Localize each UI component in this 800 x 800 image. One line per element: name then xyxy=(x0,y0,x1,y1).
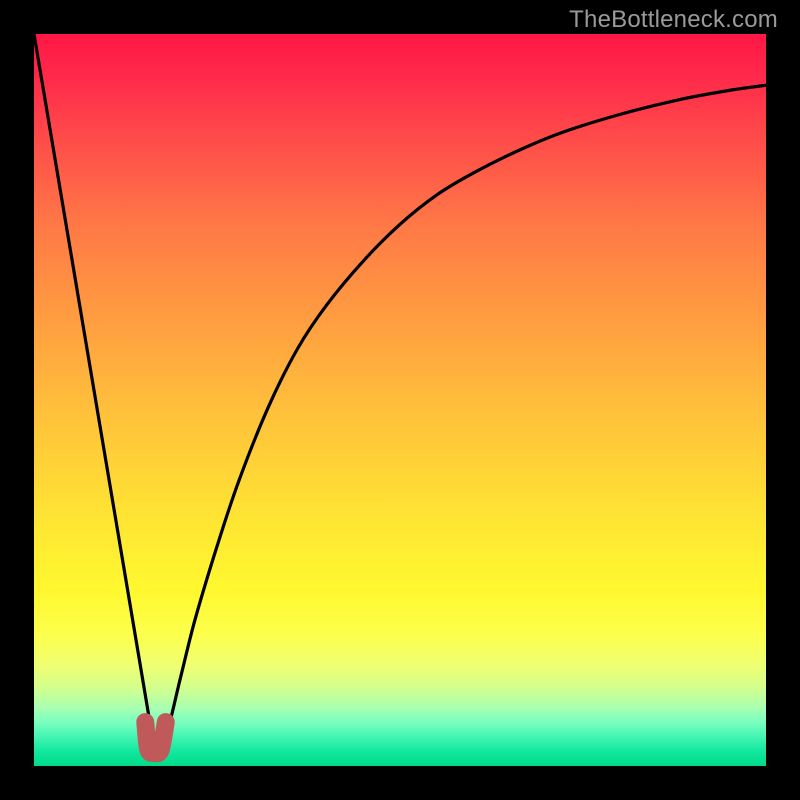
watermark-text: TheBottleneck.com xyxy=(569,6,778,34)
chart-frame: TheBottleneck.com xyxy=(0,0,800,800)
right-curve-line xyxy=(155,85,766,751)
chart-svg xyxy=(34,34,766,766)
left-descent-line xyxy=(34,34,155,751)
highlight-marker xyxy=(145,722,165,753)
plot-area xyxy=(34,34,766,766)
